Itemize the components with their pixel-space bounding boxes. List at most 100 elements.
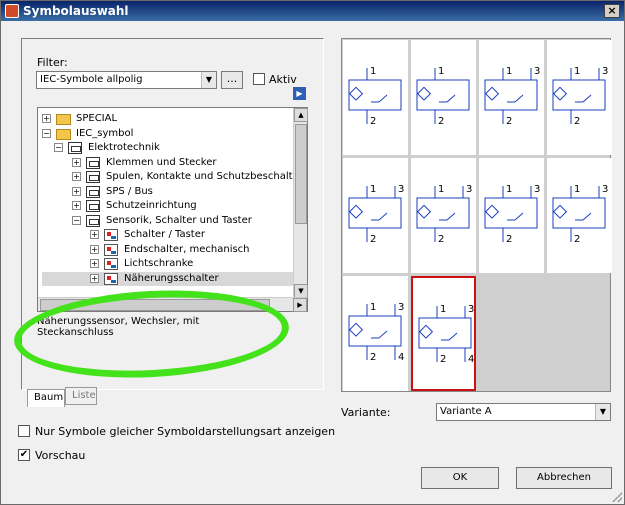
tree-node[interactable]: + Klemmen und Stecker [42,156,307,170]
tree-expander-icon[interactable]: − [54,143,63,152]
tree-node-label: SPECIAL [76,113,118,124]
symbol-icon [104,229,118,241]
tree-node[interactable]: + Spulen, Kontakte und Schutzbeschaltunge [42,170,307,184]
scroll-down-icon[interactable]: ▼ [294,284,308,298]
tree-node-label: Sensorik, Schalter und Taster [106,214,252,226]
database-icon [68,142,82,154]
aktiv-checkbox[interactable] [253,73,265,85]
symbol-preview-10[interactable]: 1 3 2 4 [411,276,476,391]
tree-node[interactable]: + Näherungsschalter [42,271,307,286]
tree-node-label: Spulen, Kontakte und Schutzbeschaltunge [106,171,308,182]
tree-node[interactable]: − Sensorik, Schalter und Taster [42,214,307,228]
vorschau-checkbox[interactable]: ✔ [18,449,30,461]
variante-label: Variante: [341,406,391,419]
close-icon: × [607,4,617,17]
tree-expander-icon[interactable]: + [72,186,81,196]
terminal-label: 2 [438,234,445,245]
chevron-down-icon[interactable]: ▼ [201,72,216,88]
tree-expander-icon[interactable]: + [72,172,81,181]
filter-dropdown[interactable]: IEC-Symbole allpolig ▼ [36,71,217,89]
tree-node-label: Elektrotechnik [88,142,160,153]
terminal-label: 1 [370,184,377,195]
terminal-label: 1 [574,66,581,77]
terminal-label: 3 [398,302,405,313]
symbol-icon [104,272,118,285]
symbol-preview-8[interactable]: 1 3 2 [547,158,612,273]
symbol-preview-2[interactable]: 12 [411,40,476,155]
scroll-up-icon[interactable]: ▲ [294,108,308,122]
tree-node[interactable]: + Endschalter, mechanisch [42,243,307,257]
terminal-label: 1 [370,302,377,313]
database-icon [86,156,100,169]
folder-icon [56,128,71,140]
terminal-label: 2 [370,352,377,363]
symbol-preview-grid: 12 12 132 132 132 132 132 1 3 2 1 3 2 4 … [341,38,612,392]
tree-expander-icon[interactable]: + [90,259,99,268]
symbol-icon [104,258,118,270]
tree-expander-icon[interactable]: + [90,230,99,239]
terminal-label: 1 [438,66,445,77]
tree-expander-icon[interactable]: + [72,157,81,167]
terminal-label: 1 [440,304,447,315]
vorschau-label: Vorschau [35,449,86,462]
terminal-label: 1 [506,66,513,77]
terminal-label: 1 [370,66,377,77]
tab-liste[interactable]: Liste [65,387,97,405]
tree-node-label: Schalter / Taster [124,229,205,240]
tree-node-label: Klemmen und Stecker [106,156,217,168]
symbol-preview-6[interactable]: 1 3 2 [411,158,476,273]
terminal-label: 2 [574,234,581,245]
cancel-button[interactable]: Abbrechen [516,467,612,489]
terminal-label: 2 [506,234,513,245]
tree-expander-icon[interactable]: + [72,201,81,210]
symbol-tree[interactable]: + SPECIAL − IEC_symbol − Elektrotechnik + Klemm… [37,107,308,312]
terminal-label: 3 [398,184,405,195]
tab-baum[interactable]: Baum [27,389,65,407]
database-icon [86,214,100,227]
filter-label: Filter: [37,56,68,69]
terminal-label: 3 [602,66,609,77]
tree-node[interactable]: + Schalter / Taster [42,228,307,242]
app-icon [5,4,19,18]
terminal-label: 2 [370,116,377,127]
variante-dropdown[interactable]: Variante A ▼ [436,403,611,421]
variante-value: Variante A [440,406,492,417]
tree-node[interactable]: + SPECIAL [42,112,307,126]
tree-vertical-scrollbar[interactable]: ▲ ▼ [293,108,308,298]
symbol-preview-9[interactable]: 1 3 2 4 [343,276,408,391]
tree-node[interactable]: + Schutzeinrichtung [42,199,307,213]
resize-grip-icon[interactable] [612,492,622,502]
scroll-right-icon[interactable]: ▶ [293,298,307,312]
tree-expander-icon[interactable]: + [90,273,99,283]
tree-node[interactable]: + Lichtschranke [42,257,307,271]
same-representation-checkbox[interactable] [18,425,30,437]
database-icon [86,200,100,212]
aktiv-label: Aktiv [269,73,297,86]
terminal-label: 2 [506,116,513,127]
folder-icon [56,114,71,125]
arrow-right-icon[interactable]: ▶ [293,87,306,100]
tree-expander-icon[interactable]: + [42,114,51,123]
symbol-preview-1[interactable]: 12 [343,40,408,155]
scroll-thumb[interactable] [295,124,307,224]
close-button[interactable]: × [604,4,620,18]
symbol-preview-5[interactable]: 1 3 2 [343,158,408,273]
tree-node-label: IEC_symbol [76,127,134,139]
tree-expander-icon[interactable]: + [90,244,99,254]
tree-node[interactable]: + SPS / Bus [42,185,307,199]
filter-browse-button[interactable]: ... [221,71,243,89]
terminal-label: 2 [370,234,377,245]
tree-node[interactable]: − IEC_symbol [42,127,307,141]
symbol-preview-7[interactable]: 1 3 2 [479,158,544,273]
database-icon [86,171,100,183]
tree-expander-icon[interactable]: − [72,215,81,225]
tree-node[interactable]: − Elektrotechnik [42,141,307,155]
symbol-selection-dialog: Symbolauswahl × Filter: IEC-Symbole allp… [0,0,625,505]
chevron-down-icon[interactable]: ▼ [595,404,610,420]
symbol-preview-4[interactable]: 1 3 2 [547,40,612,155]
tree-node-label: SPS / Bus [106,185,153,197]
tree-node-label: Näherungsschalter [124,272,219,284]
ok-button[interactable]: OK [421,467,499,489]
symbol-preview-3[interactable]: 1 3 2 [479,40,544,155]
tree-expander-icon[interactable]: − [42,128,51,138]
